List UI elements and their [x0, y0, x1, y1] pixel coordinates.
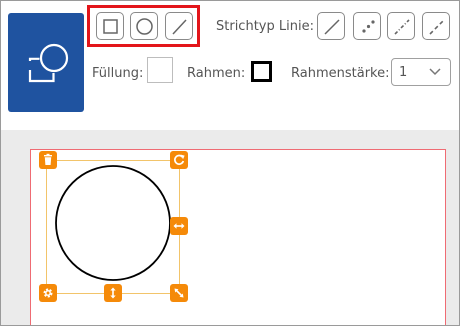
- rectangle-icon: [103, 19, 118, 34]
- resize-diagonal-icon: [174, 288, 184, 298]
- frame-width-select[interactable]: 1: [391, 58, 451, 86]
- delete-handle[interactable]: [39, 151, 57, 169]
- circle-tool-button[interactable]: [130, 12, 158, 40]
- drawing-canvas[interactable]: [30, 149, 446, 325]
- shape-editor-logo: [8, 13, 84, 112]
- resize-vertical-icon: [110, 287, 116, 299]
- frame-width-value: 1: [399, 65, 408, 80]
- fill-label: Füllung:: [92, 66, 144, 81]
- rotate-icon: [174, 154, 185, 165]
- settings-handle[interactable]: [39, 284, 57, 302]
- rectangle-tool-button[interactable]: [96, 12, 124, 40]
- dashed-line-icon: [429, 19, 445, 35]
- toolbar: Strichtyp Linie: Füllung: Rahmen: Rahmen…: [1, 1, 459, 130]
- resize-horizontal-icon: [173, 223, 185, 229]
- line-style-dash-dot-button[interactable]: [387, 12, 415, 40]
- line-style-label: Strichtyp Linie:: [216, 19, 314, 34]
- frame-label: Rahmen:: [187, 66, 246, 81]
- line-tool-button[interactable]: [165, 12, 193, 40]
- line-style-solid-button[interactable]: [317, 12, 345, 40]
- fill-color-swatch[interactable]: [147, 57, 173, 83]
- resize-horizontal-handle[interactable]: [170, 217, 188, 235]
- frame-color-swatch[interactable]: [251, 61, 272, 82]
- trash-icon: [44, 153, 52, 165]
- resize-diagonal-handle[interactable]: [170, 284, 188, 302]
- shape-editor-logo-icon: [28, 43, 69, 83]
- line-style-dashed-button[interactable]: [422, 12, 450, 40]
- line-icon: [172, 19, 187, 35]
- shape-editor-window: Strichtyp Linie: Füllung: Rahmen: Rahmen…: [0, 0, 460, 326]
- frame-width-label: Rahmenstärke:: [291, 66, 390, 81]
- settings-icon: [43, 288, 53, 298]
- rotate-handle[interactable]: [170, 151, 188, 169]
- chevron-down-icon: [429, 68, 441, 76]
- resize-vertical-handle[interactable]: [104, 284, 122, 302]
- circle-icon: [136, 18, 153, 35]
- line-style-dotted-button[interactable]: [353, 12, 381, 40]
- dash-dot-line-icon: [394, 19, 410, 35]
- solid-line-icon: [324, 19, 340, 35]
- dotted-line-icon: [362, 20, 375, 33]
